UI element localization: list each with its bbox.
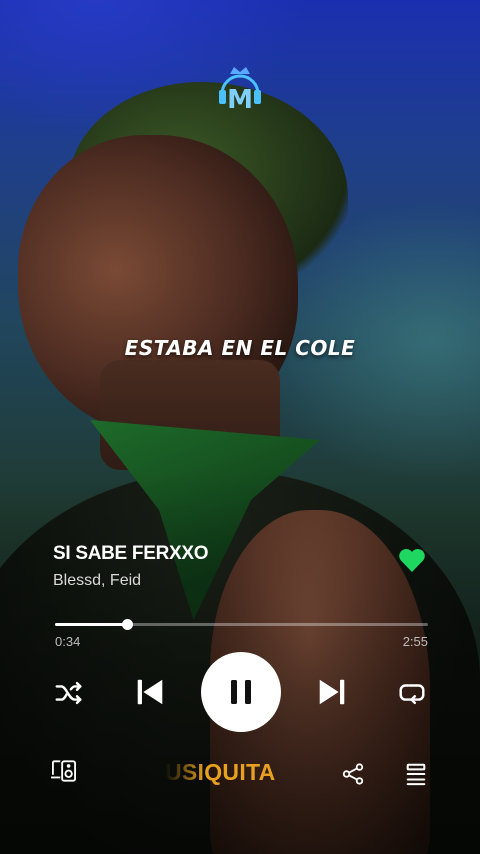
share-icon[interactable] bbox=[340, 761, 366, 787]
track-artist[interactable]: Blessd, Feid bbox=[53, 572, 141, 590]
devices-icon[interactable] bbox=[49, 758, 79, 784]
lyric-line: ESTABA EN EL COLE bbox=[124, 336, 356, 360]
repeat-icon[interactable] bbox=[395, 676, 429, 710]
play-pause-button[interactable] bbox=[201, 652, 281, 732]
watermark-text: USIQUITA bbox=[165, 759, 276, 785]
total-time: 2:55 bbox=[402, 634, 428, 649]
track-title[interactable]: SI SABE FERXXO bbox=[53, 543, 209, 565]
shuffle-icon[interactable] bbox=[52, 676, 86, 710]
queue-icon[interactable] bbox=[402, 761, 430, 787]
skip-next-icon[interactable] bbox=[314, 674, 350, 710]
svg-text:M: M bbox=[227, 85, 253, 115]
progress-fill bbox=[55, 623, 128, 626]
pause-icon bbox=[231, 680, 251, 704]
skip-previous-icon[interactable] bbox=[132, 674, 168, 710]
elapsed-time: 0:34 bbox=[55, 634, 81, 649]
like-heart-icon[interactable] bbox=[398, 547, 426, 573]
progress-bar[interactable] bbox=[55, 619, 428, 630]
channel-logo: M bbox=[214, 64, 266, 116]
